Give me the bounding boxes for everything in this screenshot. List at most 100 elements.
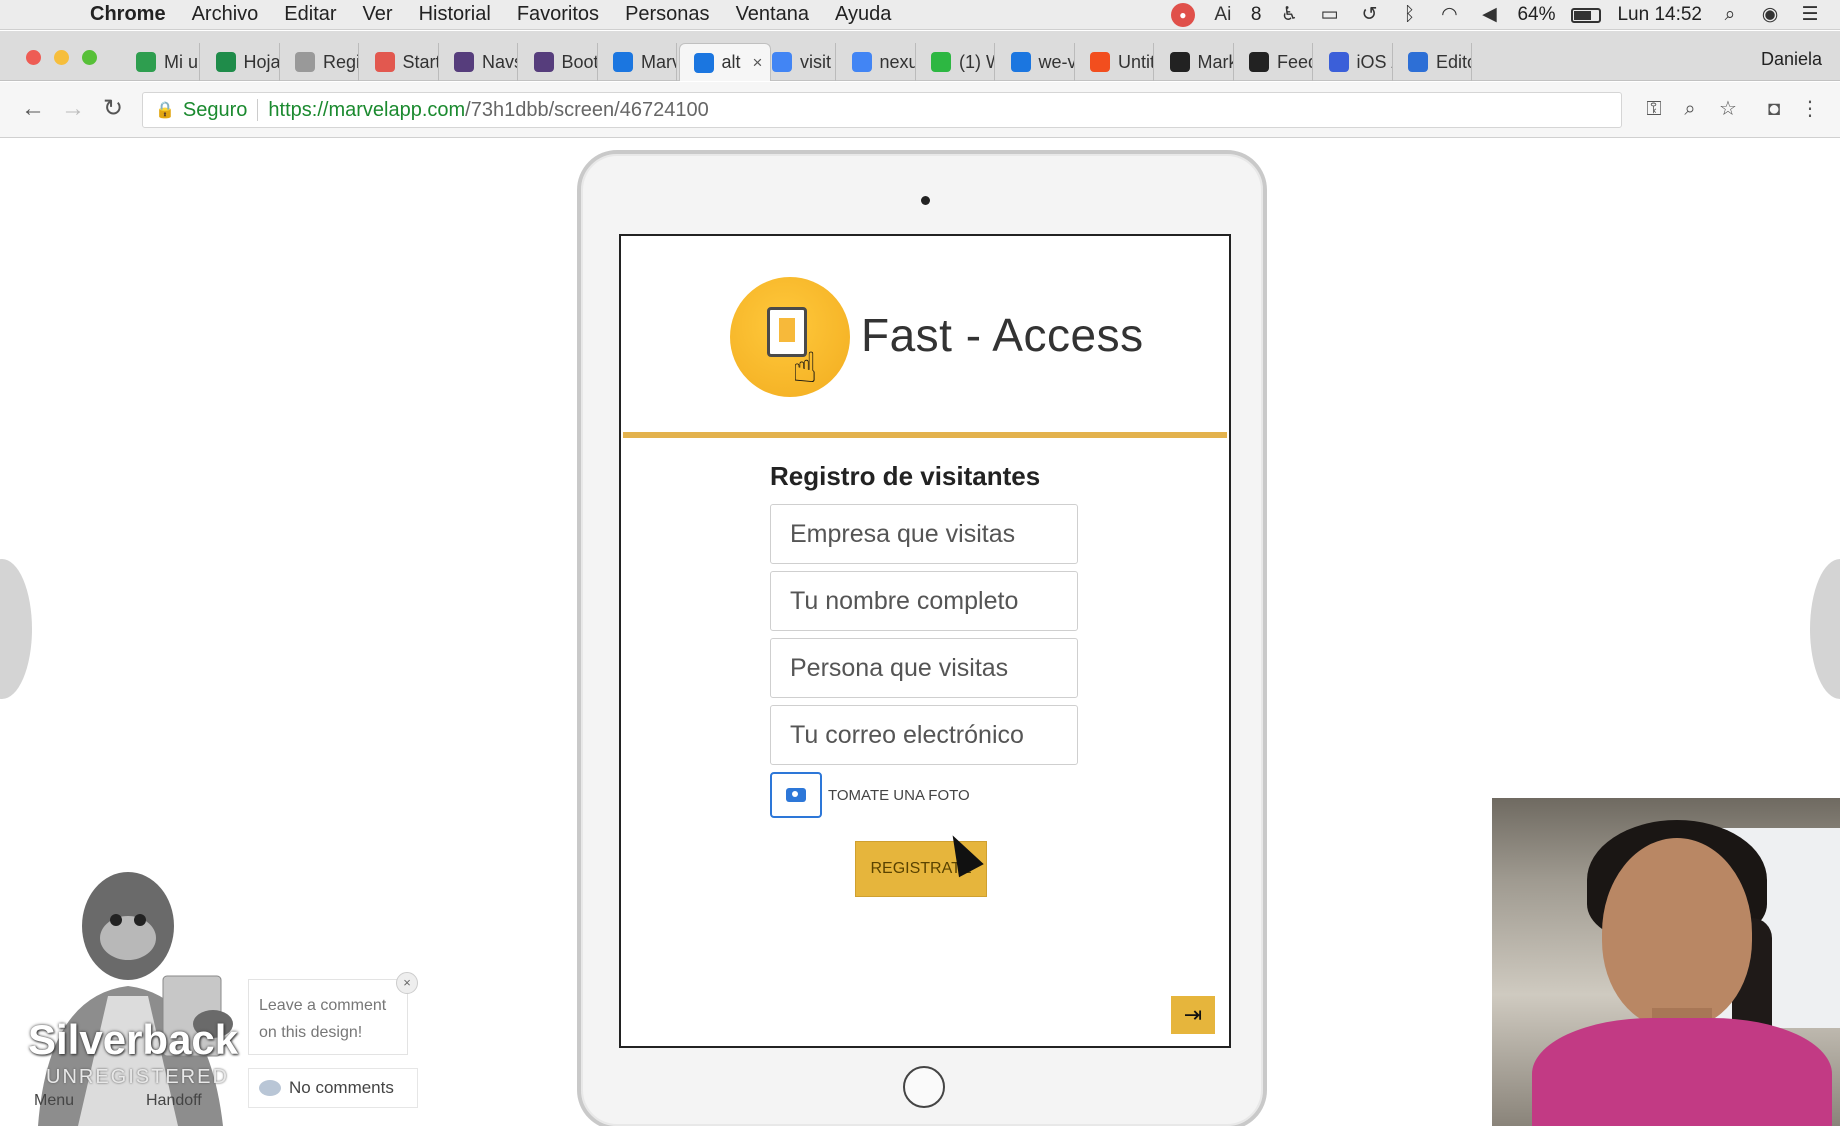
take-photo-button[interactable] [770,772,822,818]
time-machine-icon[interactable]: ↺ [1357,3,1381,27]
tab[interactable]: alt × [678,43,771,81]
siri-icon[interactable]: ◉ [1758,3,1782,27]
forward-arrow-icon[interactable]: → [58,94,88,124]
notification-center-icon[interactable]: ☰ [1798,3,1822,27]
header-divider [623,432,1227,438]
menu-favoritos[interactable]: Favoritos [517,3,599,26]
tab[interactable]: Marv [599,43,677,81]
browser-toolbar: ← → ↻ 🔒 Seguro https://marvelapp.com /73… [0,82,1840,138]
tab[interactable]: iOS / [1315,43,1393,81]
camera-extension-icon[interactable]: ◘ [1760,95,1788,123]
macos-menu-bar: Chrome Archivo Editar Ver Historial Favo… [0,0,1840,30]
tab[interactable]: (1) W [917,43,995,81]
tab[interactable]: Regi [281,43,359,81]
key-icon[interactable]: ⚿ [1640,95,1668,123]
photo-row: TOMATE UNA FOTO [770,772,1090,818]
tab-label: Marv [641,51,677,72]
close-window-button[interactable] [26,50,41,65]
menu-historial[interactable]: Historial [419,3,491,26]
bluetooth-icon[interactable]: ᛒ [1397,3,1421,27]
menu-ventana[interactable]: Ventana [736,3,809,26]
visitor-form: Registro de visitantes Empresa que visit… [770,461,1090,818]
tab[interactable]: Boot [520,43,598,81]
tab-label: we-v [1038,51,1075,72]
menu-editar[interactable]: Editar [284,3,336,26]
wifi-icon[interactable]: ◠ [1437,3,1461,27]
google-icon [772,52,792,72]
webcam-person-face [1602,838,1752,1028]
menu-app-name[interactable]: Chrome [90,3,166,26]
lock-icon[interactable]: 🔒 [155,100,175,120]
silverback-brand: Silverback [28,1016,239,1063]
clock[interactable]: Lun 14:52 [1617,4,1702,26]
company-field[interactable]: Empresa que visitas [770,504,1078,564]
marvel-icon [1010,52,1031,72]
tab[interactable]: Edito [1394,43,1472,81]
bootstrap-icon [533,52,554,72]
tab-label: Hoja [243,51,280,72]
tab[interactable]: Hoja [202,43,280,81]
form-title: Registro de visitantes [770,461,1041,491]
github-icon [1249,52,1269,72]
webcam-feed [1492,798,1840,1126]
spotlight-search-icon[interactable]: ⌕ [1718,3,1742,27]
tab[interactable]: we-v [997,43,1075,81]
menu-personas[interactable]: Personas [625,3,710,26]
host-person-field[interactable]: Persona que visitas [770,638,1078,698]
battery-percent: 64% [1517,4,1556,25]
email-field[interactable]: Tu correo electrónico [770,705,1078,765]
minimize-window-button[interactable] [54,50,69,65]
tab-label: Navs [482,51,517,72]
tab[interactable]: Untit [1076,43,1154,81]
ipad-frame: ☝ Fast - Access Registro de visitantes E… [577,150,1267,1126]
tab[interactable]: Start [361,43,439,81]
bookmark-star-icon[interactable]: ☆ [1714,95,1742,123]
silverback-handoff-button[interactable]: Handoff [146,1092,202,1110]
battery-icon[interactable] [1571,7,1602,23]
marvel-icon [613,52,633,72]
tab-label: (1) W [959,51,994,72]
comment-bubble-icon [259,1080,281,1096]
logout-icon[interactable]: ⇥ [1171,996,1215,1034]
tab[interactable]: nexu [838,43,916,81]
reload-icon[interactable]: ↻ [98,94,128,124]
url-host: https://marvelapp.com [268,98,466,121]
page-viewport: ☝ Fast - Access Registro de visitantes E… [0,139,1840,1126]
doc-icon [295,52,315,72]
silverback-menu-button[interactable]: Menu [34,1092,74,1110]
adobe-count: 8 [1250,4,1262,25]
comments-button[interactable]: No comments [248,1068,418,1108]
tab-label: Untit [1118,51,1154,72]
next-screen-arrow[interactable] [1810,559,1840,699]
full-name-field[interactable]: Tu nombre completo [770,571,1078,631]
webcam-person-shirt [1532,1018,1832,1126]
prev-screen-arrow[interactable] [0,559,32,699]
tab-label: nexu [879,51,916,72]
adobe-icon[interactable]: Ai [1211,3,1235,27]
chrome-menu-icon[interactable]: ⋮ [1796,95,1824,123]
tab-label: iOS / [1356,51,1392,72]
ipad-camera [921,196,930,205]
comment-prompt[interactable]: Leave a comment on this design! [248,979,408,1055]
pointing-hand-icon: ☝ [792,344,818,391]
volume-icon[interactable]: ◀ [1477,3,1501,27]
menu-archivo[interactable]: Archivo [192,3,259,26]
tab[interactable]: Mark [1156,43,1234,81]
record-icon[interactable]: ● [1170,3,1195,27]
maximize-window-button[interactable] [82,50,97,65]
tab[interactable]: Feed [1235,43,1313,81]
back-arrow-icon[interactable]: ← [18,94,48,124]
profile-name[interactable]: Daniela [1761,49,1822,70]
menu-ayuda[interactable]: Ayuda [835,3,891,26]
zoom-icon[interactable]: ⌕ [1676,95,1704,123]
address-bar[interactable]: 🔒 Seguro https://marvelapp.com /73h1dbb/… [142,92,1622,128]
airplay-icon[interactable]: ▭ [1317,3,1341,27]
app-screen: ☝ Fast - Access Registro de visitantes E… [619,234,1231,1048]
accessibility-icon[interactable]: ♿ [1277,3,1301,27]
tab[interactable]: Navs [440,43,518,81]
menu-ver[interactable]: Ver [363,3,393,26]
close-icon[interactable]: × [396,972,418,994]
tab[interactable]: Mi u [122,43,200,81]
tab[interactable]: visit [758,43,836,81]
tab-label: Feed [1277,51,1312,72]
